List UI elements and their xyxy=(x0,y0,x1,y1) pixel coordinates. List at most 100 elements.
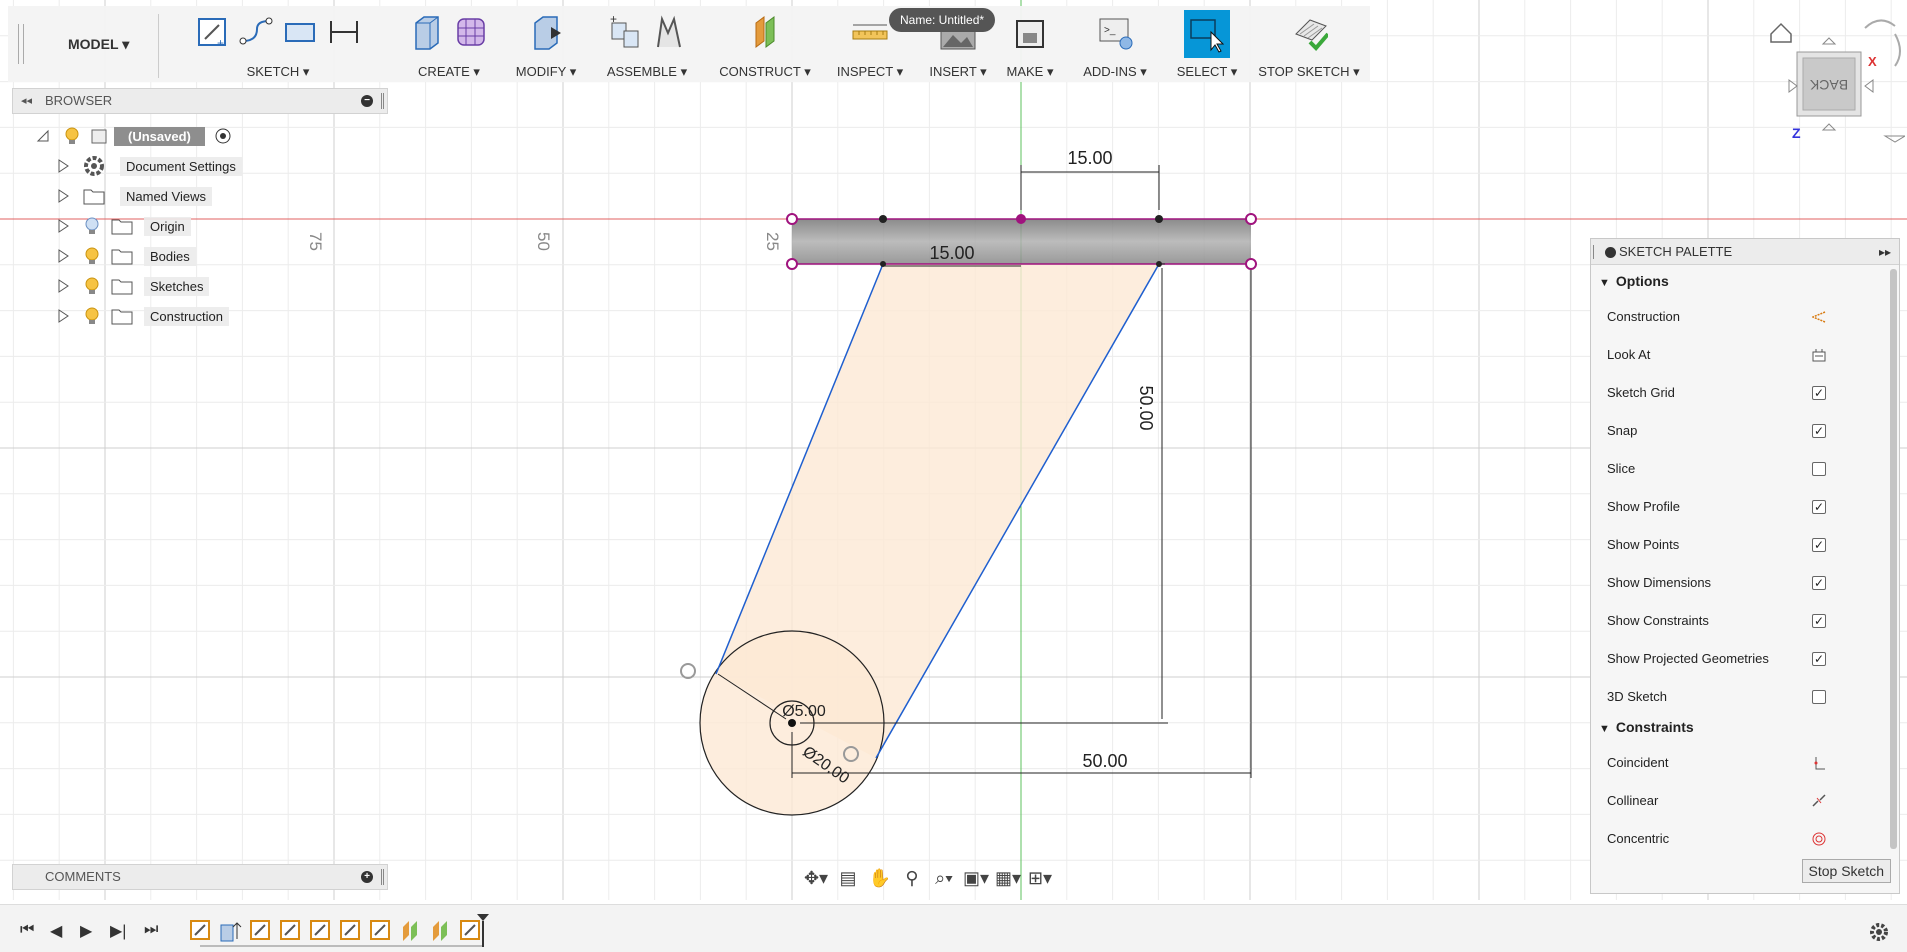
timeline-first-icon[interactable]: ⏮ xyxy=(20,921,42,941)
construction-icon[interactable] xyxy=(1812,310,1826,324)
collapse-triangle-icon[interactable] xyxy=(36,129,50,143)
timeline-sketch-icon[interactable] xyxy=(339,919,363,943)
visibility-bulb-icon[interactable] xyxy=(64,127,90,145)
palette-row-show-constraints[interactable]: Show Constraints ✓ xyxy=(1607,609,1837,633)
zoom-icon[interactable]: ⚲ xyxy=(899,866,925,890)
palette-row-show-profile[interactable]: Show Profile ✓ xyxy=(1607,495,1837,519)
browser-item-sketches[interactable]: Sketches xyxy=(56,273,210,299)
toolbar-label-assemble[interactable]: ASSEMBLE ▾ xyxy=(592,64,702,80)
browser-item-document-settings[interactable]: Document Settings xyxy=(56,153,242,179)
rectangle-tool-icon[interactable] xyxy=(281,12,319,52)
workspace-switcher[interactable]: MODEL ▾ xyxy=(68,36,129,53)
dim-bottom-offset[interactable]: 50.00 xyxy=(1082,751,1127,771)
zoom-window-icon[interactable]: ⌕▾ xyxy=(931,866,957,890)
stop-sketch-button[interactable]: Stop Sketch xyxy=(1801,859,1891,883)
view-cube[interactable]: BACK X Z xyxy=(1765,8,1907,148)
show-projected-geometries-checkbox[interactable]: ✓ xyxy=(1812,652,1826,666)
browser-item-construction[interactable]: Construction xyxy=(56,303,229,329)
timeline-previous-icon[interactable]: ◀ xyxy=(50,921,72,941)
slice-checkbox[interactable] xyxy=(1812,462,1826,476)
palette-row-look-at[interactable]: Look At xyxy=(1607,343,1837,367)
toolbar-label-inspect[interactable]: INSPECT ▾ xyxy=(828,64,912,80)
section-collapse-icon[interactable]: ▼ xyxy=(1599,723,1610,735)
extrude-icon[interactable] xyxy=(408,12,446,52)
toolbar-label-make[interactable]: MAKE ▾ xyxy=(1000,64,1060,80)
toolbar-label-sketch[interactable]: SKETCH ▾ xyxy=(168,64,388,80)
toolbar-group-sketch[interactable]: + SKETCH ▾ xyxy=(168,6,388,82)
browser-item-bodies[interactable]: Bodies xyxy=(56,243,196,269)
timeline-sketch-icon[interactable] xyxy=(279,919,303,943)
sketch-grid-checkbox[interactable]: ✓ xyxy=(1812,386,1826,400)
timeline-next-icon[interactable]: ▶| xyxy=(110,921,132,941)
visibility-bulb-off-icon[interactable] xyxy=(82,216,108,236)
concentric-icon[interactable] xyxy=(1812,832,1826,846)
cube-menu-icon[interactable] xyxy=(1883,135,1907,143)
browser-item-origin[interactable]: Origin xyxy=(56,213,191,239)
dim-small-diameter[interactable]: Ø5.00 xyxy=(782,703,826,720)
toolbar-grip[interactable] xyxy=(18,24,24,64)
constraints-section-header[interactable]: ▼ Constraints xyxy=(1599,719,1694,735)
select-icon[interactable] xyxy=(1184,10,1230,58)
toolbar-group-construct[interactable]: CONSTRUCT ▾ xyxy=(710,6,820,82)
coincident-icon[interactable] xyxy=(1812,756,1826,770)
form-icon[interactable] xyxy=(452,12,490,52)
timeline-sketch-icon[interactable] xyxy=(369,919,393,943)
expand-triangle-icon[interactable] xyxy=(56,159,70,173)
timeline-last-icon[interactable]: ⏭ xyxy=(144,921,166,941)
cube-arrow-down-icon[interactable] xyxy=(1821,123,1837,131)
timeline-extrude-icon[interactable] xyxy=(219,919,243,943)
browser-item-named-views[interactable]: Named Views xyxy=(56,183,212,209)
palette-row-snap[interactable]: Snap ✓ xyxy=(1607,419,1837,443)
toolbar-label-select[interactable]: SELECT ▾ xyxy=(1168,64,1246,80)
toolbar-group-modify[interactable]: MODIFY ▾ xyxy=(508,6,584,82)
palette-row-construction[interactable]: Construction xyxy=(1607,305,1837,329)
3d-print-icon[interactable] xyxy=(1011,12,1049,52)
palette-row-slice[interactable]: Slice xyxy=(1607,457,1837,481)
visibility-bulb-icon[interactable] xyxy=(82,276,108,296)
toolbar-label-addins[interactable]: ADD-INS ▾ xyxy=(1068,64,1162,80)
browser-root-label[interactable]: (Unsaved) xyxy=(114,126,205,146)
palette-row-coincident[interactable]: Coincident xyxy=(1607,751,1837,775)
expand-triangle-icon[interactable] xyxy=(56,309,70,323)
measure-icon[interactable] xyxy=(851,12,889,52)
browser-header[interactable]: ◂◂ BROWSER − xyxy=(12,88,388,114)
timeline-sketch-icon[interactable] xyxy=(249,919,273,943)
timeline-sketch-icon[interactable] xyxy=(189,919,213,943)
show-points-checkbox[interactable]: ✓ xyxy=(1812,538,1826,552)
show-dimensions-checkbox[interactable]: ✓ xyxy=(1812,576,1826,590)
sketch-palette-header[interactable]: SKETCH PALETTE ▸▸ xyxy=(1591,239,1899,265)
line-tool-icon[interactable] xyxy=(237,12,275,52)
active-radio-icon[interactable] xyxy=(211,126,237,146)
expand-triangle-icon[interactable] xyxy=(56,249,70,263)
timeline-settings-gear-icon[interactable] xyxy=(1868,921,1890,943)
pan-hand-icon[interactable]: ✋ xyxy=(867,866,893,890)
browser-root-node[interactable]: (Unsaved) xyxy=(36,123,237,149)
collapse-browser-icon[interactable]: ◂◂ xyxy=(21,89,32,113)
toolbar-label-construct[interactable]: CONSTRUCT ▾ xyxy=(710,64,820,80)
palette-row-show-dimensions[interactable]: Show Dimensions ✓ xyxy=(1607,571,1837,595)
toolbar-label-modify[interactable]: MODIFY ▾ xyxy=(508,64,584,80)
dim-height[interactable]: 50.00 xyxy=(1136,385,1156,430)
timeline-plane-icon[interactable] xyxy=(399,919,423,943)
dim-inner-width[interactable]: 15.00 xyxy=(929,243,974,263)
create-sketch-icon[interactable]: + xyxy=(193,12,231,52)
cube-arrow-left-icon[interactable] xyxy=(1788,79,1798,93)
slot-body[interactable] xyxy=(792,219,1251,264)
add-comment-icon[interactable]: + xyxy=(361,871,373,883)
cube-arrow-right-icon[interactable] xyxy=(1864,79,1874,93)
dimension-tool-icon[interactable] xyxy=(325,12,363,52)
browser-minimize-icon[interactable]: − xyxy=(361,95,373,107)
comments-header[interactable]: COMMENTS + xyxy=(12,864,388,890)
look-at-icon[interactable] xyxy=(1812,348,1826,362)
collinear-icon[interactable] xyxy=(1812,794,1826,808)
toolbar-label-create[interactable]: CREATE ▾ xyxy=(396,64,502,80)
press-pull-icon[interactable] xyxy=(527,12,565,52)
orbit-icon[interactable]: ✥▾ xyxy=(803,866,829,890)
expand-triangle-icon[interactable] xyxy=(56,189,70,203)
offset-plane-icon[interactable] xyxy=(746,12,784,52)
toolbar-label-insert[interactable]: INSERT ▾ xyxy=(918,64,998,80)
dim-top-width[interactable]: 15.00 xyxy=(1067,148,1112,168)
new-component-icon[interactable]: + xyxy=(606,12,644,52)
joint-icon[interactable] xyxy=(650,12,688,52)
cube-arrow-up-icon[interactable] xyxy=(1821,37,1837,45)
